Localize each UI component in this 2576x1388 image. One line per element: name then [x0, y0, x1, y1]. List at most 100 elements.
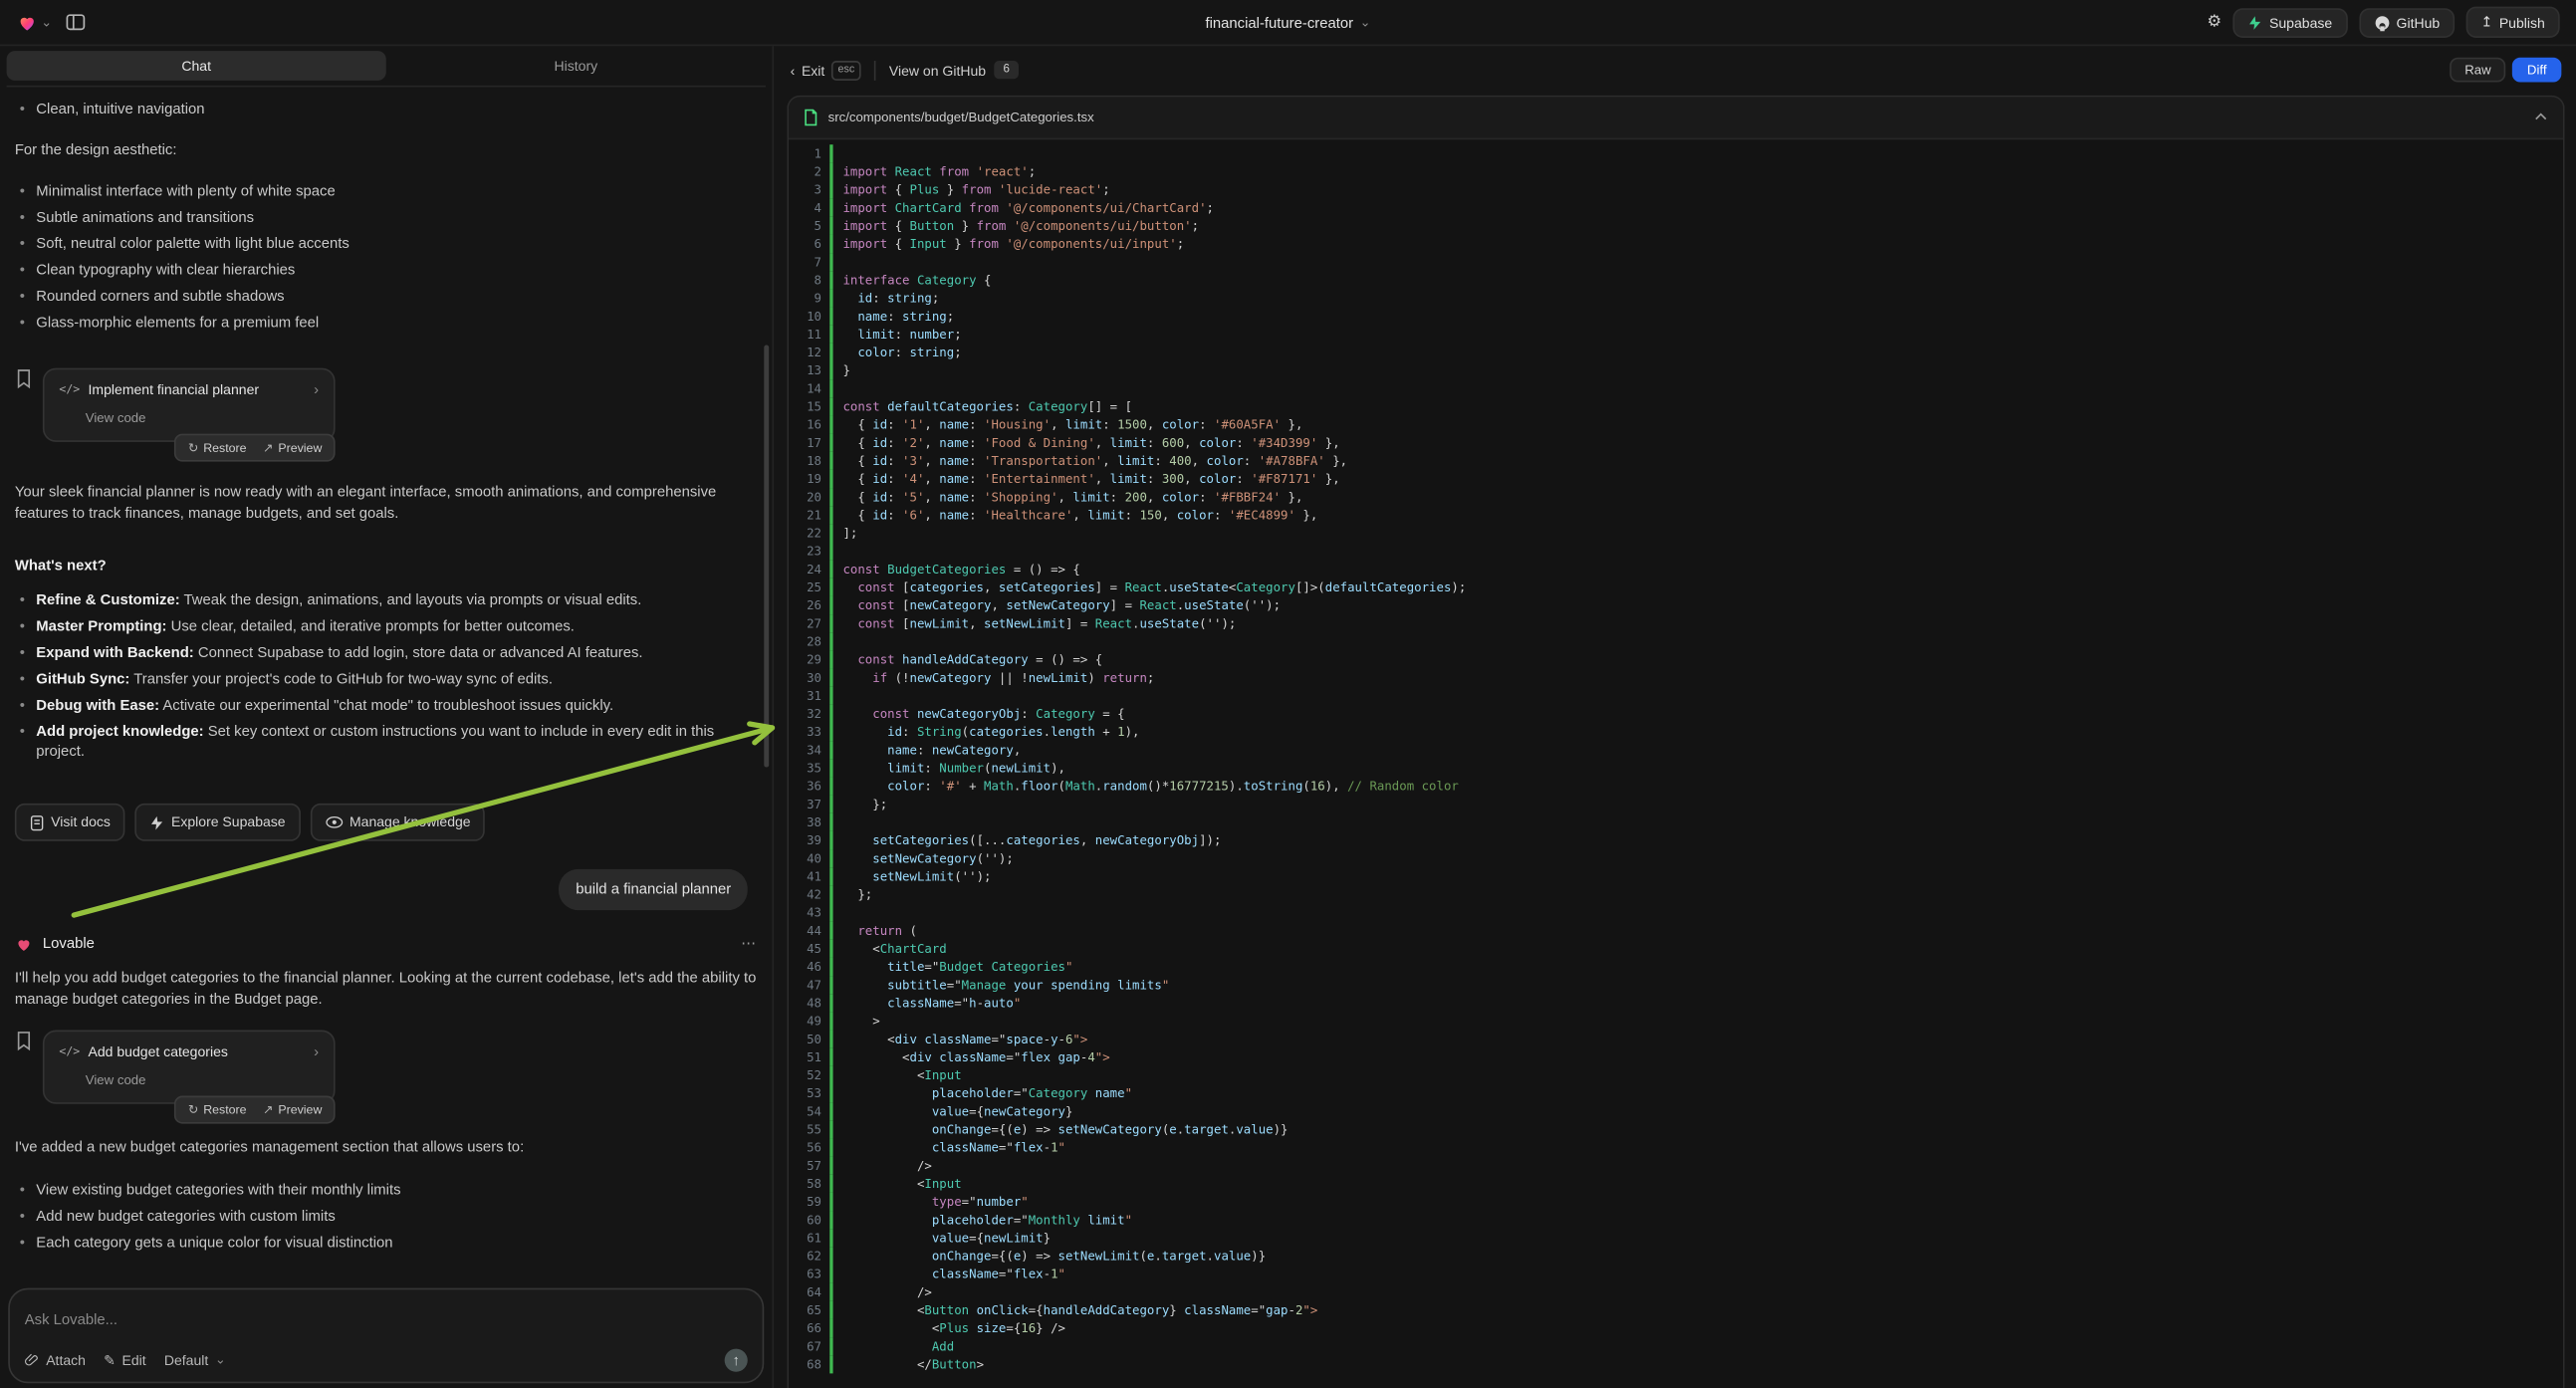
diff-added-bar — [829, 705, 832, 723]
preview-button[interactable]: ↗ Preview — [256, 439, 329, 457]
code-text: onChange={(e) => setNewCategory(e.target… — [842, 1120, 2563, 1138]
tsx-file-icon — [804, 109, 819, 126]
settings-gear-icon[interactable]: ⚙ — [2207, 13, 2222, 31]
attach-button[interactable]: Attach — [25, 1352, 86, 1369]
view-code-link[interactable]: View code — [86, 1069, 319, 1090]
next-step-item: Master Prompting: Use clear, detailed, a… — [15, 616, 758, 636]
diff-added-bar — [829, 958, 832, 976]
lovable-logo-menu[interactable]: ⌄ — [17, 12, 53, 32]
line-number: 38 — [789, 813, 829, 831]
line-number: 37 — [789, 796, 829, 813]
edit-mode-button[interactable]: ✎ Edit — [104, 1351, 146, 1369]
bookmark-icon[interactable] — [15, 1031, 33, 1051]
file-path: src/components/budget/BudgetCategories.t… — [828, 110, 1094, 124]
diff-added-bar — [829, 723, 832, 741]
code-line: 1 — [789, 144, 2563, 162]
tab-history[interactable]: History — [386, 51, 766, 81]
line-number: 20 — [789, 488, 829, 506]
diff-added-bar — [829, 687, 832, 705]
code-line: 19 { id: '4', name: 'Entertainment', lim… — [789, 470, 2563, 488]
line-number: 8 — [789, 271, 829, 289]
bullet-item: Clean, intuitive navigation — [15, 99, 758, 118]
diff-added-bar — [829, 524, 832, 542]
code-text: className="h-auto" — [842, 994, 2563, 1012]
diff-added-bar — [829, 415, 832, 433]
supabase-button[interactable]: Supabase — [2233, 7, 2347, 37]
divider — [874, 61, 876, 81]
line-number: 41 — [789, 867, 829, 885]
code-line: 24const BudgetCategories = () => { — [789, 561, 2563, 578]
code-text: value={newCategory} — [842, 1102, 2563, 1120]
code-change-card-budget-categories[interactable]: </> Add budget categories › View code ↻ … — [43, 1031, 336, 1104]
code-line: 31 — [789, 687, 2563, 705]
publish-button[interactable]: ↥ Publish — [2466, 7, 2560, 38]
code-line: 8interface Category { — [789, 271, 2563, 289]
diff-added-bar — [829, 397, 832, 415]
code-line: 25 const [categories, setCategories] = R… — [789, 578, 2563, 596]
user-message: build a financial planner — [560, 869, 748, 910]
explore-supabase-button[interactable]: Explore Supabase — [135, 804, 301, 841]
code-text: className="flex-1" — [842, 1138, 2563, 1156]
diff-added-bar — [829, 1030, 832, 1047]
screen: ⌄ financial-future-creator ⌄ ⚙ Supabase — [0, 0, 2576, 1388]
restore-button[interactable]: ↻ Restore — [181, 439, 253, 457]
view-on-github-link[interactable]: View on GitHub 6 — [889, 62, 1019, 80]
github-button[interactable]: GitHub — [2359, 7, 2455, 37]
restore-button[interactable]: ↻ Restore — [181, 1101, 253, 1119]
line-number: 27 — [789, 614, 829, 632]
line-number: 28 — [789, 632, 829, 650]
line-number: 39 — [789, 831, 829, 849]
diff-added-bar — [829, 1355, 832, 1373]
line-number: 26 — [789, 596, 829, 614]
line-number: 62 — [789, 1247, 829, 1265]
diff-added-bar — [829, 162, 832, 180]
code-line: 60 placeholder="Monthly limit" — [789, 1211, 2563, 1229]
bullet-item: Clean typography with clear hierarchies — [15, 260, 758, 280]
chat-input[interactable] — [25, 1311, 748, 1328]
code-line: 27 const [newLimit, setNewLimit] = React… — [789, 614, 2563, 632]
chat-scrollbar[interactable] — [764, 346, 769, 768]
line-number: 12 — [789, 344, 829, 361]
diff-added-bar — [829, 1138, 832, 1156]
diff-added-bar — [829, 1193, 832, 1211]
tab-chat[interactable]: Chat — [7, 51, 386, 81]
code-line: 58 <Input — [789, 1175, 2563, 1193]
supabase-icon — [2248, 14, 2263, 31]
diff-added-bar — [829, 614, 832, 632]
collapse-file-button[interactable] — [2533, 111, 2548, 123]
manage-knowledge-button[interactable]: Manage knowledge — [310, 804, 485, 841]
code-text: }; — [842, 796, 2563, 813]
exit-button[interactable]: ‹ Exit esc — [791, 61, 861, 81]
code-text: setNewCategory(''); — [842, 849, 2563, 867]
project-name-dropdown[interactable]: financial-future-creator ⌄ — [1205, 14, 1370, 31]
card-toolbar: ↻ Restore ↗ Preview — [175, 434, 336, 462]
file-path-bar[interactable]: src/components/budget/BudgetCategories.t… — [789, 97, 2563, 139]
code-icon: </> — [59, 379, 80, 400]
diff-added-bar — [829, 1012, 832, 1030]
line-number: 57 — [789, 1157, 829, 1175]
line-number: 22 — [789, 524, 829, 542]
model-selector[interactable]: Default ⌄ — [164, 1352, 226, 1369]
bookmark-icon[interactable] — [15, 368, 33, 389]
code-line: 5import { Button } from '@/components/ui… — [789, 217, 2563, 235]
preview-button[interactable]: ↗ Preview — [256, 1101, 329, 1119]
message-menu-icon[interactable]: ⋯ — [741, 933, 758, 954]
diff-added-bar — [829, 561, 832, 578]
sidebar-toggle-icon[interactable] — [66, 13, 86, 31]
diff-added-bar — [829, 596, 832, 614]
line-number: 47 — [789, 976, 829, 994]
diff-added-bar — [829, 940, 832, 958]
code-change-card-financial-planner[interactable]: </> Implement financial planner › View c… — [43, 368, 336, 442]
diff-added-bar — [829, 1175, 832, 1193]
view-code-link[interactable]: View code — [86, 407, 319, 428]
code-text: subtitle="Manage your spending limits" — [842, 976, 2563, 994]
diff-toggle-button[interactable]: Diff — [2512, 59, 2561, 84]
send-button[interactable]: ↑ — [725, 1349, 748, 1372]
project-name: financial-future-creator — [1205, 14, 1353, 31]
raw-toggle-button[interactable]: Raw — [2450, 59, 2505, 84]
code-text: const newCategoryObj: Category = { — [842, 705, 2563, 723]
code-line: 61 value={newLimit} — [789, 1229, 2563, 1247]
visit-docs-button[interactable]: Visit docs — [15, 804, 125, 841]
line-number: 40 — [789, 849, 829, 867]
code-line: 44 return ( — [789, 922, 2563, 940]
